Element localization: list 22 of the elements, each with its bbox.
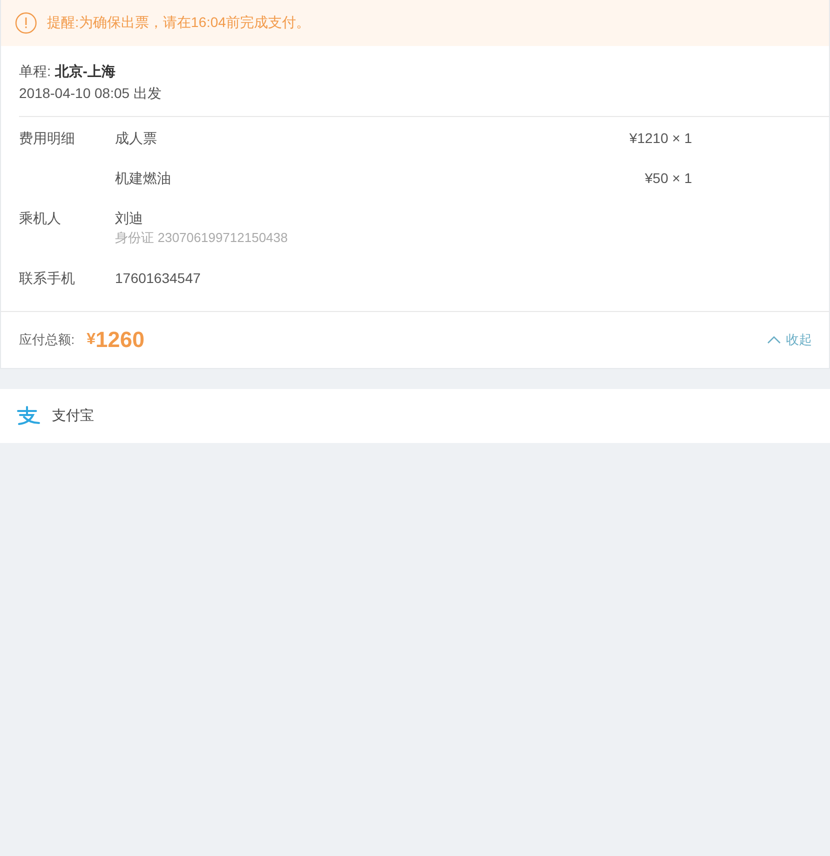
trip-route: 北京-上海 [54, 63, 116, 79]
fee-price: ¥50 × 1 [644, 169, 692, 188]
passenger-name: 刘迪 [115, 209, 143, 228]
payment-option[interactable]: 支付宝 [0, 389, 830, 443]
trip-label: 单程: [19, 63, 51, 79]
passenger-id: 身份证 230706199712150438 [115, 229, 288, 247]
fee-name: 成人票 [115, 129, 157, 148]
fee-name: 机建燃油 [115, 169, 171, 188]
passenger-label: 乘机人 [19, 209, 62, 228]
fee-label: 费用明细 [19, 129, 76, 148]
payment-logo-icon [16, 406, 40, 426]
currency-sign: ¥ [86, 331, 96, 349]
total-label: 应付总额: [19, 331, 75, 349]
alert-icon [15, 12, 37, 34]
chevron-icon [767, 336, 781, 344]
phone-number: 17601634547 [115, 270, 201, 286]
departure-time: 2018-04-10 08:05 出发 [19, 84, 162, 103]
notice-text: 提醒:为确保出票，请在16:04前完成支付。 [47, 14, 310, 32]
phone-label: 联系手机 [19, 269, 76, 288]
total-amount: 1260 [96, 327, 144, 353]
payment-name: 支付宝 [52, 407, 94, 425]
fee-price: ¥1210 × 1 [629, 129, 692, 148]
